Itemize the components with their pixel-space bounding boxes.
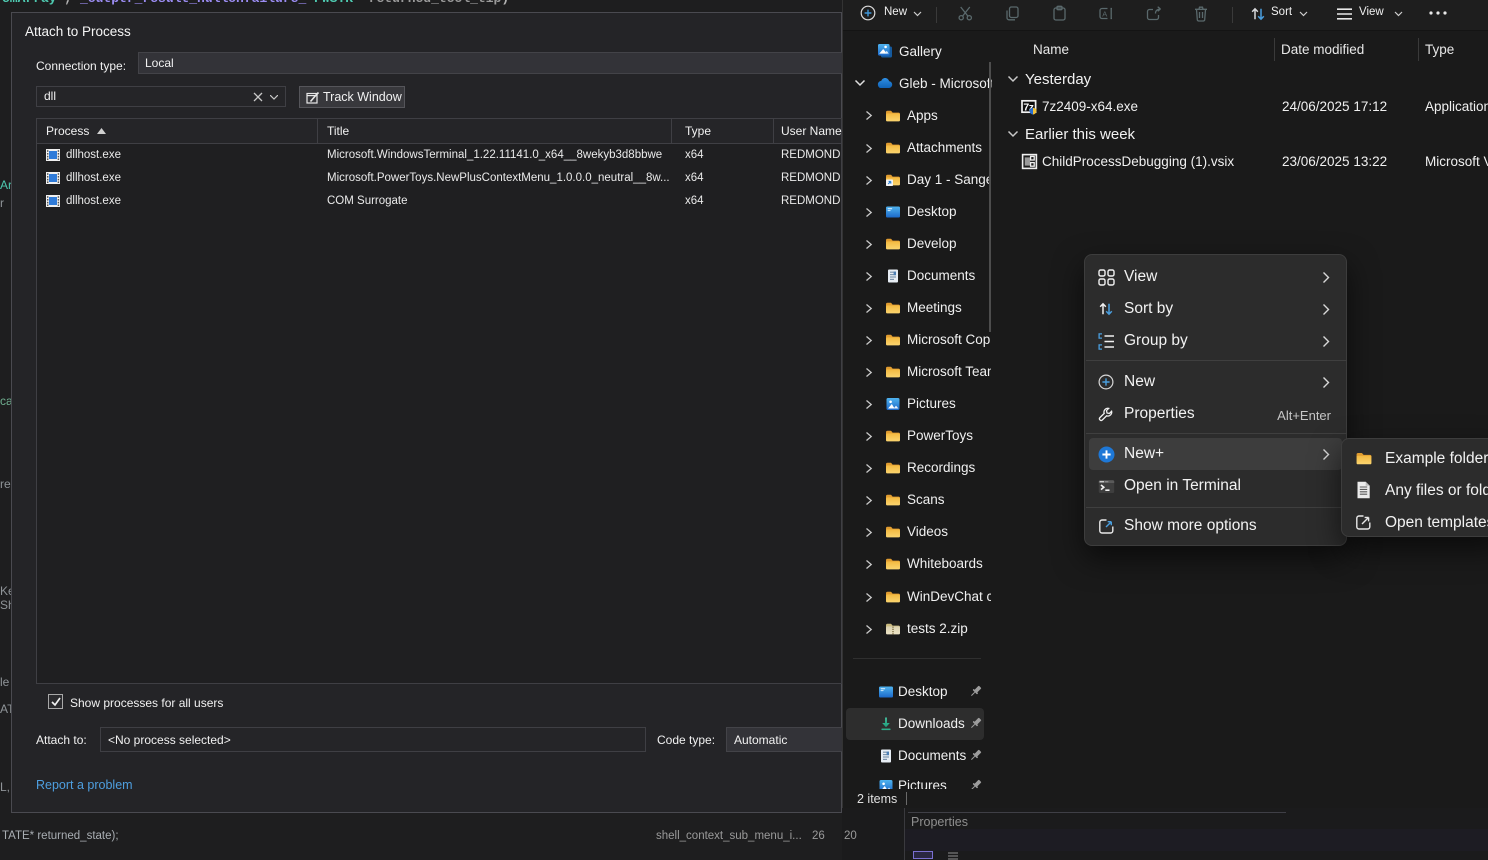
svg-text:A: A [1102, 10, 1107, 19]
